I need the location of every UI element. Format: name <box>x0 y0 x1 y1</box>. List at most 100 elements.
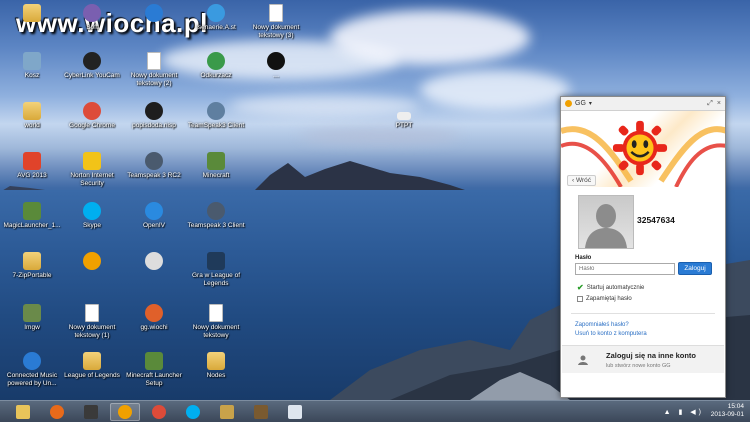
remove-account-link[interactable]: Usuń to konto z komputera <box>575 331 647 337</box>
taskbar-button[interactable] <box>144 403 174 421</box>
desktop-icon[interactable]: world <box>0 102 64 130</box>
app-icon <box>267 52 285 70</box>
document-icon <box>269 4 283 22</box>
app-icon <box>207 102 225 120</box>
app-icon <box>145 304 163 322</box>
other-account-subtitle: lub stwórz nowe konto GG <box>606 363 671 369</box>
system-tray-icons[interactable]: ▲ ▮ ◀) <box>664 408 704 416</box>
clock[interactable]: 15:04 2013-09-01 <box>711 403 744 419</box>
avatar <box>578 195 634 249</box>
desktop-icon[interactable]: gg.wiochi <box>122 304 186 332</box>
user-icon <box>578 355 588 365</box>
icon-label: Minecraft <box>202 172 230 179</box>
icon-label: Gra w League of Legends <box>191 272 241 287</box>
cloud <box>300 128 460 144</box>
desktop-icon[interactable]: Teamspeak 3 RC2 <box>122 152 186 180</box>
cloud <box>330 10 530 65</box>
desktop-icon[interactable]: 7-ZipPortable <box>0 252 64 280</box>
desktop-icon[interactable]: Minecraft Launcher Setup <box>122 352 186 388</box>
desktop-icon[interactable]: Minecraft <box>184 152 248 180</box>
taskbar-button[interactable] <box>246 403 276 421</box>
desktop-icon[interactable]: … <box>244 52 308 80</box>
desktop-icon[interactable]: Teamspeak 3 Client <box>184 202 248 230</box>
chevron-down-icon[interactable]: ▾ <box>589 100 592 107</box>
desktop-icon[interactable]: TeamSpeak3 Client <box>184 102 248 130</box>
taskbar-button[interactable] <box>110 403 140 421</box>
desktop-icon[interactable]: League of Legends <box>60 352 124 380</box>
desktop-icon[interactable]: Nowy dokument tekstowy <box>184 304 248 340</box>
taskbar-button[interactable] <box>280 403 310 421</box>
taskbar-button[interactable] <box>8 403 38 421</box>
desktop-icon[interactable]: Google Chrome <box>60 102 124 130</box>
desktop-icon[interactable] <box>0 4 64 24</box>
desktop-icon[interactable]: OpenIV <box>122 202 186 230</box>
forgot-password-link[interactable]: Zapomniałeś hasło? <box>575 322 629 328</box>
other-account-panel[interactable]: Zaloguj się na inne konto lub stwórz now… <box>562 345 724 373</box>
password-input[interactable] <box>575 263 675 275</box>
desktop-icon[interactable]: Imgw <box>0 304 64 332</box>
desktop-icon[interactable]: Norton Internet Security <box>60 152 124 188</box>
clock-date: 2013-09-01 <box>710 411 744 418</box>
taskbar: ▲ ▮ ◀) 15:04 2013-09-01 <box>0 400 750 422</box>
desktop-icon[interactable]: Nowy dokument tekstowy (3) <box>244 4 308 40</box>
desktop-icon[interactable]: Connected Music powered by Un... <box>0 352 64 388</box>
app-icon <box>23 352 41 370</box>
app-icon <box>207 4 225 22</box>
icon-label: Nowy dokument tekstowy (2) <box>130 72 178 87</box>
media-player-icon <box>84 405 98 419</box>
taskbar-button[interactable] <box>76 403 106 421</box>
login-button[interactable]: Zaloguj <box>678 262 712 275</box>
back-button[interactable]: ‹ Wróć <box>567 175 597 186</box>
app-icon <box>207 202 225 220</box>
checkbox[interactable] <box>577 296 583 302</box>
icon-label: PTPT <box>395 122 413 129</box>
icon-label: Isenaerie.A.st <box>196 24 236 31</box>
user-silhouette-icon <box>585 204 627 248</box>
folder-icon <box>207 352 225 370</box>
document-icon <box>85 304 99 322</box>
icon-label: Imgw <box>24 324 40 331</box>
taskbar-button[interactable] <box>212 403 242 421</box>
icon-label: 7-ZipPortable <box>12 272 52 279</box>
desktop-icon[interactable]: popisdoda.nisp <box>122 102 186 130</box>
pin-icon[interactable]: ⤢ <box>707 100 713 108</box>
desktop-icon[interactable] <box>122 252 186 272</box>
desktop-icon[interactable]: Odkurzacz <box>184 52 248 80</box>
taskbar-button[interactable] <box>178 403 208 421</box>
desktop-icon[interactable]: Kosz <box>0 52 64 80</box>
clock-time: 15:04 <box>727 403 744 410</box>
taskbar-button[interactable] <box>42 403 72 421</box>
icon-label: popisdoda.nisp <box>132 122 176 129</box>
document-icon <box>209 304 223 322</box>
desktop-icon[interactable]: Nowy dokument tekstowy (2) <box>122 52 186 88</box>
app-icon <box>145 152 163 170</box>
desktop-icon[interactable] <box>60 252 124 272</box>
app-icon <box>145 202 163 220</box>
desktop-icon[interactable]: Soft <box>60 4 124 32</box>
desktop-icon[interactable]: Gra w League of Legends <box>184 252 248 288</box>
app-icon <box>145 102 163 120</box>
title-bar[interactable]: GG ▾ ⤢ × <box>561 97 725 111</box>
desktop-icon[interactable]: MagicLauncher_1... <box>0 202 64 230</box>
divider <box>571 313 715 314</box>
icon-label: OpenIV <box>142 222 166 229</box>
skype-icon <box>83 202 101 220</box>
desktop-icon[interactable] <box>122 4 186 24</box>
desktop-icon[interactable]: Skype <box>60 202 124 230</box>
icon-label: Nowy dokument tekstowy <box>192 324 240 339</box>
icon-label: TeamSpeak3 Client <box>187 122 245 129</box>
auto-start-option[interactable]: ✔ Startuj automatycznie <box>577 283 644 292</box>
desktop-icon[interactable]: Nodes <box>184 352 248 380</box>
desktop-icon[interactable]: CyberLink YouCam <box>60 52 124 80</box>
lol-icon <box>207 252 225 270</box>
desktop-icon[interactable]: Isenaerie.A.st <box>184 4 248 32</box>
icon-label: CyberLink YouCam <box>64 72 120 79</box>
file-explorer-icon <box>16 405 30 419</box>
desktop-icon[interactable]: Nowy dokument tekstowy (1) <box>60 304 124 340</box>
chrome-icon <box>152 405 166 419</box>
checkmark-icon: ✔ <box>577 283 584 292</box>
close-icon[interactable]: × <box>717 100 721 108</box>
remember-password-option[interactable]: Zapamiętaj hasło <box>577 296 632 302</box>
desktop-icon[interactable]: AVG 2013 <box>0 152 64 180</box>
desktop-icon-ptpt[interactable]: PTPT <box>372 112 436 130</box>
